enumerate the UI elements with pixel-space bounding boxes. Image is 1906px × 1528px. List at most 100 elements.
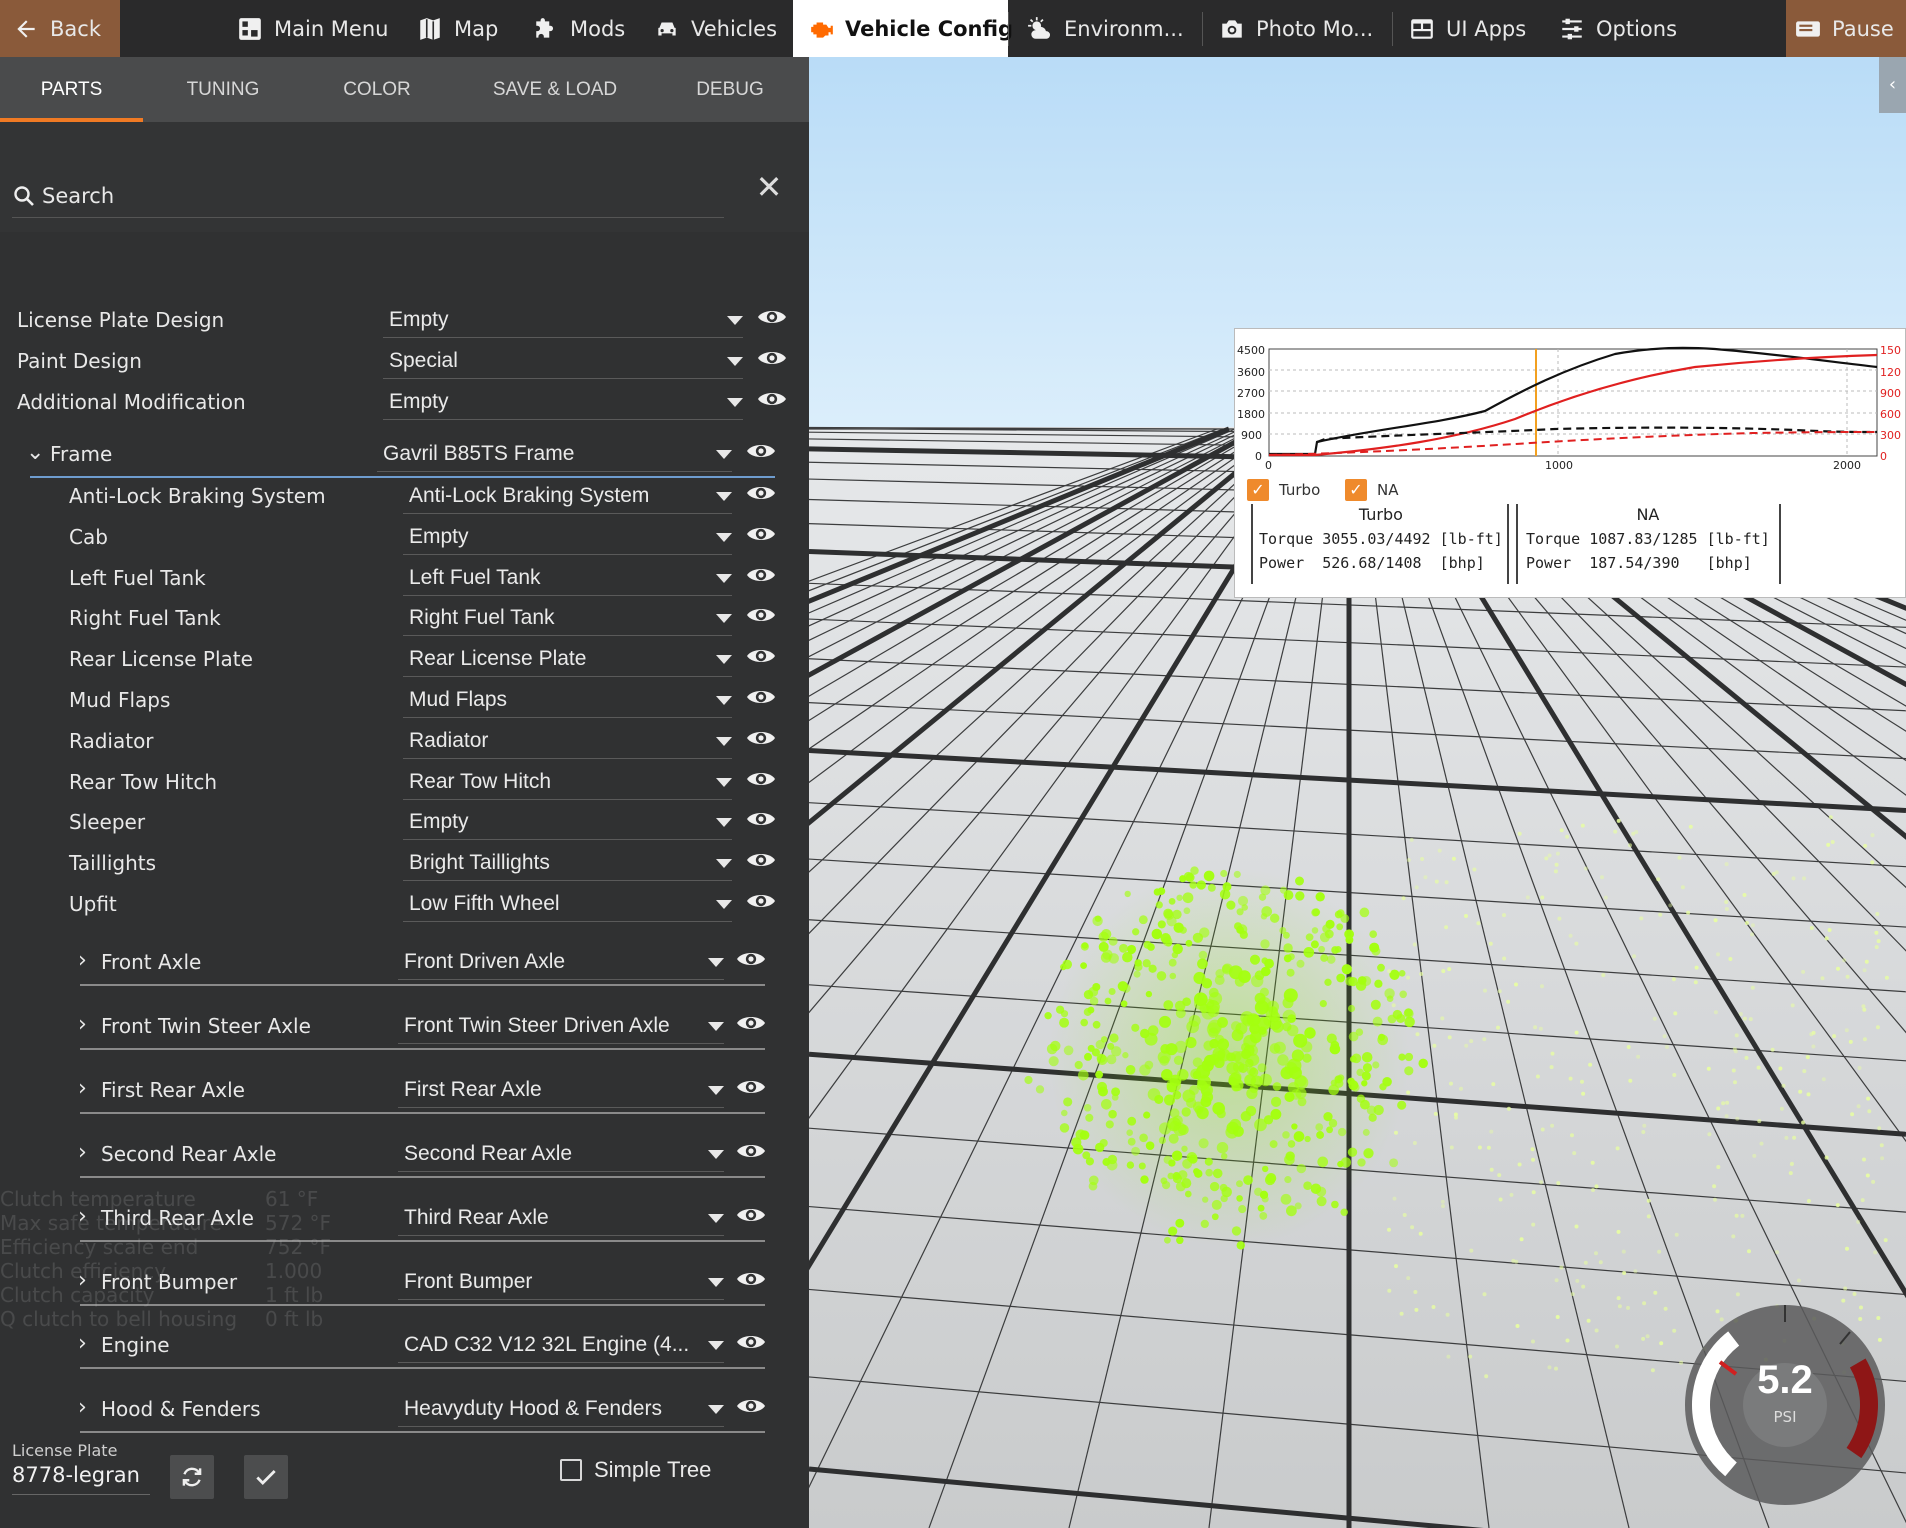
chevron-down-icon[interactable]: ⌄ xyxy=(26,440,44,465)
ghost-value: 1 ft lb xyxy=(265,1283,324,1307)
visibility-eye-icon[interactable] xyxy=(745,482,777,504)
chevron-right-icon[interactable]: › xyxy=(78,1076,87,1101)
visibility-eye-icon[interactable] xyxy=(735,1268,767,1290)
visibility-eye-icon[interactable] xyxy=(735,1076,767,1098)
visibility-eye-icon[interactable] xyxy=(735,1331,767,1353)
photo-mode-button[interactable]: Photo Mo... xyxy=(1218,0,1373,57)
visibility-eye-icon[interactable] xyxy=(745,564,777,586)
boost-gauge: 5.2 PSI xyxy=(1680,1300,1890,1510)
part-select-dropdown[interactable]: Front Bumper xyxy=(398,1264,724,1300)
part-select-dropdown[interactable]: Gavril B85TS Frame xyxy=(377,436,732,472)
visibility-eye-icon[interactable] xyxy=(756,388,788,410)
environment-button[interactable]: Environm... xyxy=(1026,0,1184,57)
pause-button[interactable]: Pause xyxy=(1786,0,1906,57)
visibility-eye-icon[interactable] xyxy=(735,1012,767,1034)
part-select-dropdown[interactable]: Front Twin Steer Driven Axle xyxy=(398,1008,724,1044)
clear-search-button[interactable]: ✕ xyxy=(752,170,786,204)
part-select-dropdown[interactable]: Rear Tow Hitch xyxy=(403,764,732,800)
part-slot-label: Taillights xyxy=(69,851,157,876)
vehicle-config-button[interactable]: Vehicle Config xyxy=(793,0,1013,57)
na-stats-header: NA xyxy=(1636,505,1660,524)
simple-tree-toggle[interactable]: Simple Tree xyxy=(560,1457,711,1483)
legend-na-toggle[interactable]: ✓ NA xyxy=(1345,479,1398,501)
part-select-dropdown[interactable]: Left Fuel Tank xyxy=(403,560,732,596)
part-select-dropdown[interactable]: CAD C32 V12 32L Engine (4... xyxy=(398,1327,724,1364)
visibility-eye-icon[interactable] xyxy=(745,604,777,626)
part-select-dropdown[interactable]: Empty xyxy=(403,804,732,841)
chevron-right-icon[interactable]: › xyxy=(78,1012,87,1037)
visibility-eye-icon[interactable] xyxy=(735,1204,767,1226)
ui-apps-button[interactable]: UI Apps xyxy=(1408,0,1526,57)
expandable-part-row: › Second Rear Axle Second Rear Axle xyxy=(0,1140,809,1194)
visibility-eye-icon[interactable] xyxy=(756,347,788,369)
randomize-plate-button[interactable] xyxy=(170,1455,214,1499)
license-plate-input[interactable]: 8778-legran xyxy=(12,1463,150,1495)
dropdown-arrow-icon xyxy=(708,1085,724,1095)
turbo-stats: Turbo Torque 3055.03/4492 [lb-ft] Power … xyxy=(1259,505,1503,578)
part-slot-label: First Rear Axle xyxy=(101,1077,245,1102)
part-select-dropdown[interactable]: Front Driven Axle xyxy=(398,944,724,980)
part-select-value: Second Rear Axle xyxy=(404,1141,573,1165)
y-right-tick: 150 xyxy=(1880,344,1901,357)
part-select-dropdown[interactable]: Third Rear Axle xyxy=(398,1200,724,1236)
mods-button[interactable]: Mods xyxy=(532,0,625,57)
dropdown-arrow-icon xyxy=(727,316,743,325)
part-select-dropdown[interactable]: First Rear Axle xyxy=(398,1072,724,1108)
part-select-value: Radiator xyxy=(409,728,489,752)
visibility-eye-icon[interactable] xyxy=(745,727,777,749)
part-select-dropdown[interactable]: Radiator xyxy=(403,723,732,759)
part-select-dropdown[interactable]: Heavyduty Hood & Fenders xyxy=(398,1391,724,1428)
dropdown-arrow-icon xyxy=(716,696,732,705)
part-select-dropdown[interactable]: Anti-Lock Braking System xyxy=(403,478,732,514)
stat-divider xyxy=(1779,504,1781,584)
visibility-eye-icon[interactable] xyxy=(745,523,777,545)
main-menu-button[interactable]: Main Menu xyxy=(236,0,388,57)
ghost-label: Clutch capacity xyxy=(0,1283,155,1307)
visibility-eye-icon[interactable] xyxy=(745,645,777,667)
visibility-eye-icon[interactable] xyxy=(745,768,777,790)
collapse-panel-button[interactable]: ‹ xyxy=(1879,57,1906,113)
visibility-eye-icon[interactable] xyxy=(756,306,788,328)
part-slot-label: Additional Modification xyxy=(17,390,246,414)
row-divider xyxy=(80,1047,765,1050)
ghost-label: Efficiency scale end xyxy=(0,1235,199,1259)
tab-save-load[interactable]: SAVE & LOAD xyxy=(470,57,640,122)
visibility-eye-icon[interactable] xyxy=(745,849,777,871)
visibility-eye-icon[interactable] xyxy=(735,1140,767,1162)
part-select-dropdown[interactable]: Empty xyxy=(383,384,743,420)
tab-debug[interactable]: DEBUG xyxy=(650,57,809,122)
visibility-eye-icon[interactable] xyxy=(745,808,777,830)
part-select-dropdown[interactable]: Mud Flaps xyxy=(403,682,732,718)
map-button[interactable]: Map xyxy=(416,0,498,57)
tab-tuning[interactable]: TUNING xyxy=(150,57,296,122)
visibility-eye-icon[interactable] xyxy=(745,440,777,462)
apply-plate-button[interactable] xyxy=(244,1455,288,1499)
part-select-value: Bright Taillights xyxy=(409,851,550,875)
options-button[interactable]: Options xyxy=(1558,0,1677,57)
part-select-dropdown[interactable]: Bright Taillights xyxy=(403,845,732,882)
legend-turbo-toggle[interactable]: ✓ Turbo xyxy=(1247,479,1320,501)
part-select-dropdown[interactable]: Low Fifth Wheel xyxy=(403,886,732,922)
part-slot-label: Anti-Lock Braking System xyxy=(69,484,326,508)
search-bar: Search ✕ xyxy=(0,122,809,232)
photo-mode-label: Photo Mo... xyxy=(1256,16,1374,41)
visibility-eye-icon[interactable] xyxy=(735,948,767,970)
part-select-dropdown[interactable]: Second Rear Axle xyxy=(398,1136,724,1172)
chevron-right-icon[interactable]: › xyxy=(78,948,87,973)
tab-color[interactable]: COLOR xyxy=(300,57,454,122)
back-button[interactable]: Back xyxy=(0,0,120,57)
part-select-dropdown[interactable]: Rear License Plate xyxy=(403,641,732,678)
visibility-eye-icon[interactable] xyxy=(735,1395,767,1417)
y-right-tick: 300 xyxy=(1880,429,1901,442)
vehicles-button[interactable]: Vehicles xyxy=(653,0,777,57)
visibility-eye-icon[interactable] xyxy=(745,890,777,912)
dropdown-arrow-icon xyxy=(716,777,732,787)
visibility-eye-icon[interactable] xyxy=(745,686,777,708)
part-select-dropdown[interactable]: Right Fuel Tank xyxy=(403,600,732,637)
part-select-dropdown[interactable]: Empty xyxy=(403,519,732,555)
search-input[interactable]: Search xyxy=(12,174,724,218)
dropdown-arrow-icon xyxy=(708,1405,724,1415)
tab-parts[interactable]: PARTS xyxy=(0,57,143,122)
torque-curve-app[interactable]: 4500 3600 2700 1800 900 0 150 120 900 60… xyxy=(1234,328,1906,598)
chevron-right-icon[interactable]: › xyxy=(78,1140,87,1165)
